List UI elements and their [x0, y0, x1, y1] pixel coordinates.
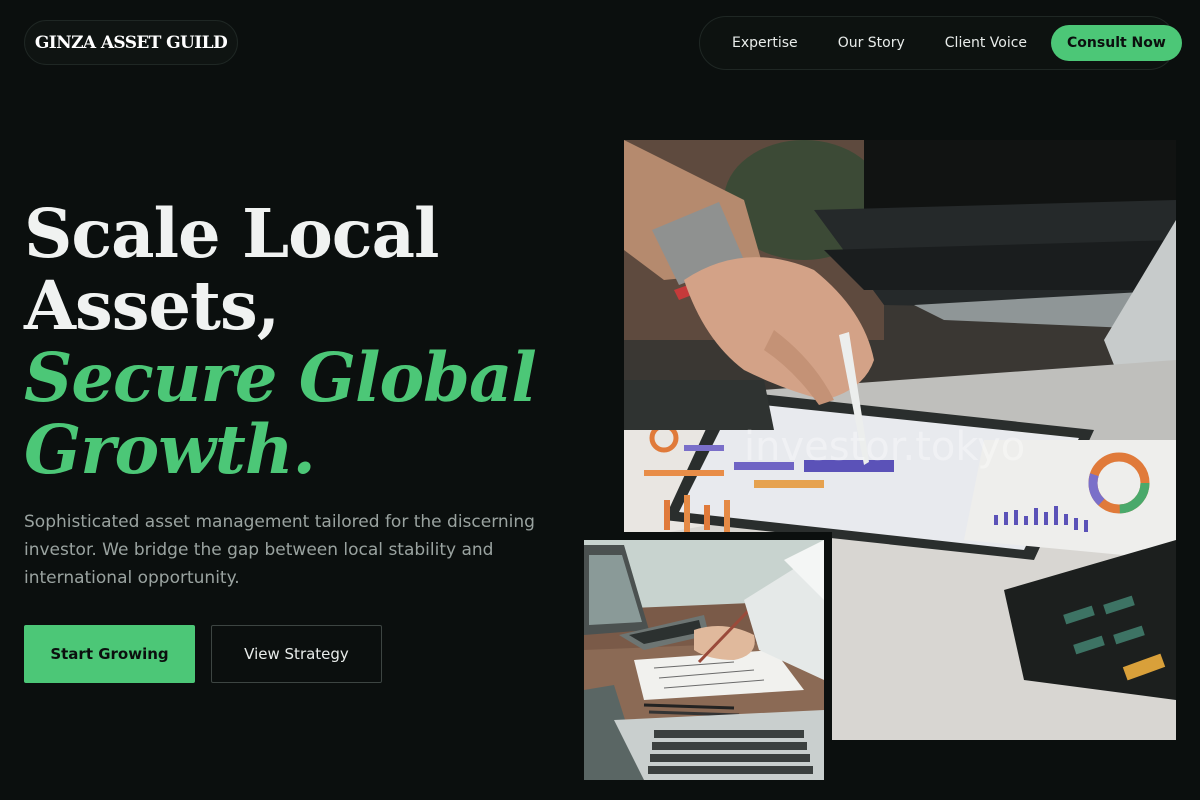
view-strategy-button[interactable]: View Strategy	[211, 625, 382, 683]
hero-title-accent-line-1: Secure Global	[24, 338, 537, 417]
nav-link-client-voice[interactable]: Client Voice	[925, 35, 1047, 51]
logo-text: GINZA ASSET GUILD	[34, 32, 228, 53]
nav-link-our-story[interactable]: Our Story	[818, 35, 925, 51]
watermark-text: investor.tokyo	[744, 424, 1025, 470]
nav-link-expertise[interactable]: Expertise	[712, 35, 818, 51]
start-growing-button[interactable]: Start Growing	[24, 625, 195, 683]
consult-now-button[interactable]: Consult Now	[1051, 25, 1182, 61]
logo[interactable]: GINZA ASSET GUILD	[24, 20, 238, 65]
hero-title-accent-line-2: Growth.	[24, 410, 316, 489]
hero-title-line-2: Assets,	[24, 266, 280, 345]
hero-photo-small-illustration	[584, 540, 824, 780]
hero-photo-small	[584, 540, 824, 780]
hero-title: Scale Local Assets, Secure Global Growth…	[24, 194, 537, 489]
main-nav: Expertise Our Story Client Voice Consult…	[699, 16, 1182, 70]
hero-title-line-1: Scale Local	[24, 194, 439, 273]
hero-description: Sophisticated asset management tailored …	[24, 512, 535, 588]
